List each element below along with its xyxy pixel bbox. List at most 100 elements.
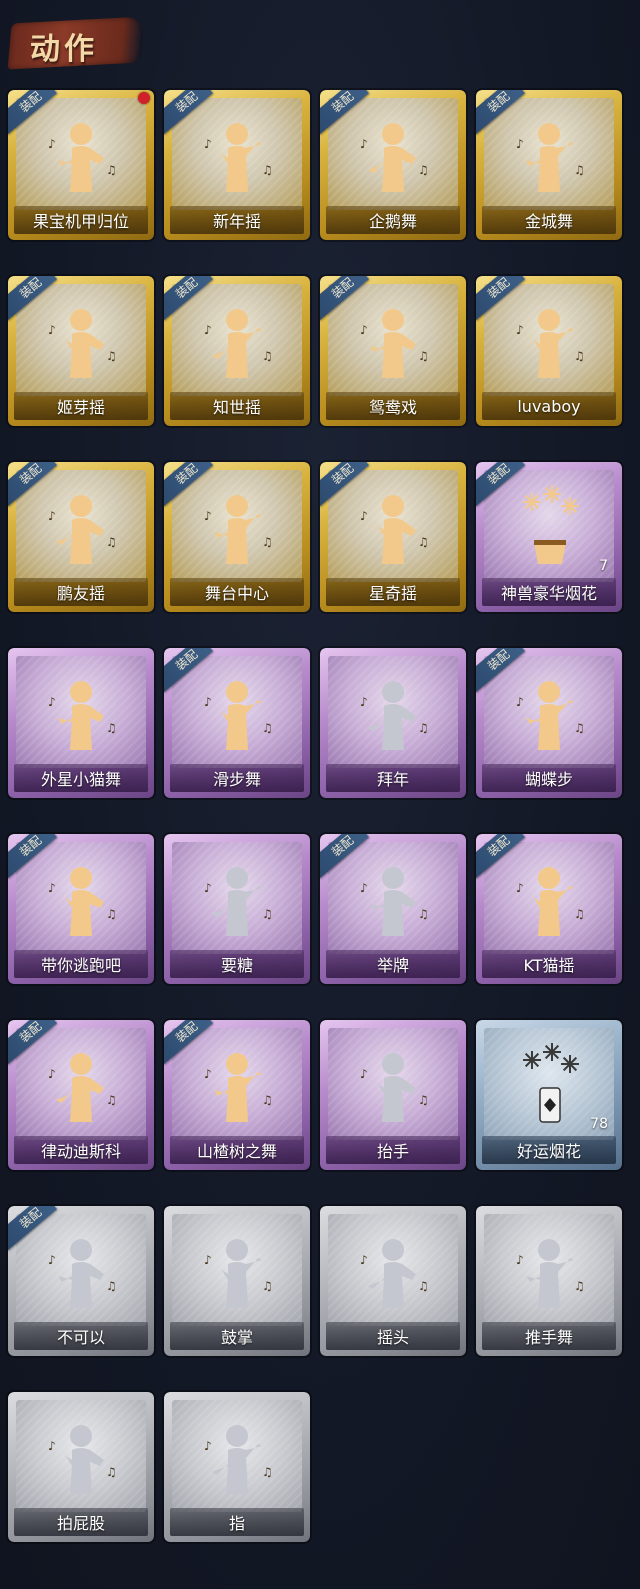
pose-dance-icon: ♪ ♫ (348, 294, 438, 384)
svg-text:♪: ♪ (360, 509, 368, 523)
svg-text:♫: ♫ (574, 907, 585, 921)
emote-card[interactable]: ♪ ♫ 金城舞 装配 (476, 90, 622, 240)
emote-card[interactable]: ♪ ♫ 外星小猫舞 (8, 648, 154, 798)
emote-card[interactable]: ♪ ♫ 律动迪斯科 装配 (8, 1020, 154, 1170)
emote-name: 企鹅舞 (326, 206, 460, 234)
emote-name: 知世摇 (170, 392, 304, 420)
svg-text:♪: ♪ (360, 137, 368, 151)
emote-card[interactable]: ♪ ♫ 星奇摇 装配 (320, 462, 466, 612)
pose-sway-icon: ♪ ♫ (192, 294, 282, 384)
svg-text:♫: ♫ (106, 1093, 117, 1107)
svg-text:♫: ♫ (418, 535, 429, 549)
svg-text:♪: ♪ (204, 1439, 212, 1453)
svg-text:♪: ♪ (360, 323, 368, 337)
pose-butterfly-icon: ♪ ♫ (504, 666, 594, 756)
emote-name: 姬芽摇 (14, 392, 148, 420)
emote-card[interactable]: 神兽豪华烟花 装配 7 (476, 462, 622, 612)
svg-text:♫: ♫ (262, 1093, 273, 1107)
emote-name: 指 (170, 1508, 304, 1536)
pose-sway-icon: ♪ ♫ (504, 852, 594, 942)
pose-dance-icon: ♪ ♫ (504, 108, 594, 198)
svg-text:♪: ♪ (204, 509, 212, 523)
emote-name: 带你逃跑吧 (14, 950, 148, 978)
svg-text:♫: ♫ (574, 721, 585, 735)
emote-name: 拜年 (326, 764, 460, 792)
new-indicator-dot (138, 92, 150, 104)
emote-name: 金城舞 (482, 206, 616, 234)
svg-text:♫: ♫ (418, 721, 429, 735)
svg-text:♪: ♪ (48, 509, 56, 523)
svg-text:♪: ♪ (360, 1067, 368, 1081)
emote-name: KT猫摇 (482, 950, 616, 978)
svg-text:♪: ♪ (204, 695, 212, 709)
pose-cat-dance-icon: ♪ ♫ (36, 666, 126, 756)
emote-name: 鼓掌 (170, 1322, 304, 1350)
emote-name: 要糖 (170, 950, 304, 978)
svg-text:♪: ♪ (516, 1253, 524, 1267)
emote-card[interactable]: ♪ ♫ 鼓掌 (164, 1206, 310, 1356)
emote-card[interactable]: ♪ ♫ 不可以 装配 (8, 1206, 154, 1356)
emote-card[interactable]: ♪ ♫ 指 (164, 1392, 310, 1542)
pose-bend-icon: ♪ ♫ (36, 1410, 126, 1500)
svg-text:♫: ♫ (262, 349, 273, 363)
pose-point-icon: ♪ ♫ (36, 852, 126, 942)
emote-card[interactable]: ♪ ♫ 摇头 (320, 1206, 466, 1356)
pose-sway-icon: ♪ ♫ (36, 294, 126, 384)
emote-name: 新年摇 (170, 206, 304, 234)
svg-text:♫: ♫ (106, 907, 117, 921)
svg-text:♫: ♫ (106, 1465, 117, 1479)
pose-bow-icon: ♪ ♫ (348, 666, 438, 756)
emote-card[interactable]: ♪ ♫ KT猫摇 装配 (476, 834, 622, 984)
svg-text:♪: ♪ (204, 1067, 212, 1081)
emote-card[interactable]: ♪ ♫ 知世摇 装配 (164, 276, 310, 426)
pose-stage-icon: ♪ ♫ (192, 480, 282, 570)
emote-card[interactable]: ♪ ♫ 新年摇 装配 (164, 90, 310, 240)
svg-text:♫: ♫ (574, 1279, 585, 1293)
emote-name: 滑步舞 (170, 764, 304, 792)
svg-text:♫: ♫ (262, 535, 273, 549)
emote-name: 抬手 (326, 1136, 460, 1164)
emote-card[interactable]: ♪ ♫ 带你逃跑吧 装配 (8, 834, 154, 984)
emote-card[interactable]: ♪ ♫ 蝴蝶步 装配 (476, 648, 622, 798)
point-hand-icon: ♪ ♫ (192, 1410, 282, 1500)
emote-name: 好运烟花 (482, 1136, 616, 1164)
svg-text:♫: ♫ (262, 1465, 273, 1479)
emote-card[interactable]: ♪ ♫ 果宝机甲归位 装配 (8, 90, 154, 240)
emote-card[interactable]: ♪ ♫ 鸳鸯戏 装配 (320, 276, 466, 426)
emote-name: 山楂树之舞 (170, 1136, 304, 1164)
svg-text:♪: ♪ (516, 137, 524, 151)
pose-wave-icon: ♪ ♫ (192, 108, 282, 198)
pose-disco-icon: ♪ ♫ (36, 1038, 126, 1128)
emote-card[interactable]: ♪ ♫ 拜年 (320, 648, 466, 798)
emote-card[interactable]: 好运烟花 78 (476, 1020, 622, 1170)
emote-card[interactable]: ♪ ♫ 举牌 装配 (320, 834, 466, 984)
page-title: 动作 (30, 32, 98, 67)
emote-card[interactable]: ♪ ♫ 要糖 (164, 834, 310, 984)
emote-card[interactable]: ♪ ♫ luvaboy 装配 (476, 276, 622, 426)
emote-card[interactable]: ♪ ♫ 舞台中心 装配 (164, 462, 310, 612)
emote-card[interactable]: ♪ ♫ 姬芽摇 装配 (8, 276, 154, 426)
svg-text:♪: ♪ (516, 323, 524, 337)
svg-text:♫: ♫ (106, 1279, 117, 1293)
emote-card[interactable]: ♪ ♫ 拍屁股 (8, 1392, 154, 1542)
svg-text:♪: ♪ (204, 323, 212, 337)
emote-card[interactable]: ♪ ♫ 企鹅舞 装配 (320, 90, 466, 240)
svg-text:♫: ♫ (262, 1279, 273, 1293)
emote-name: 舞台中心 (170, 578, 304, 606)
emote-card[interactable]: ♪ ♫ 抬手 (320, 1020, 466, 1170)
emote-card[interactable]: ♪ ♫ 滑步舞 装配 (164, 648, 310, 798)
emote-card[interactable]: ♪ ♫ 山楂树之舞 装配 (164, 1020, 310, 1170)
svg-text:♫: ♫ (574, 163, 585, 177)
svg-text:♫: ♫ (574, 349, 585, 363)
svg-text:♪: ♪ (48, 695, 56, 709)
item-count: 78 (590, 1116, 608, 1132)
svg-text:♫: ♫ (418, 349, 429, 363)
emote-card[interactable]: ♪ ♫ 推手舞 (476, 1206, 622, 1356)
emote-name: 推手舞 (482, 1322, 616, 1350)
pose-hands-on-hips-icon: ♪ ♫ (36, 108, 126, 198)
emote-card[interactable]: ♪ ♫ 鹏友摇 装配 (8, 462, 154, 612)
svg-text:♫: ♫ (262, 163, 273, 177)
svg-text:♫: ♫ (106, 349, 117, 363)
svg-text:♪: ♪ (48, 881, 56, 895)
pose-ask-icon: ♪ ♫ (192, 852, 282, 942)
